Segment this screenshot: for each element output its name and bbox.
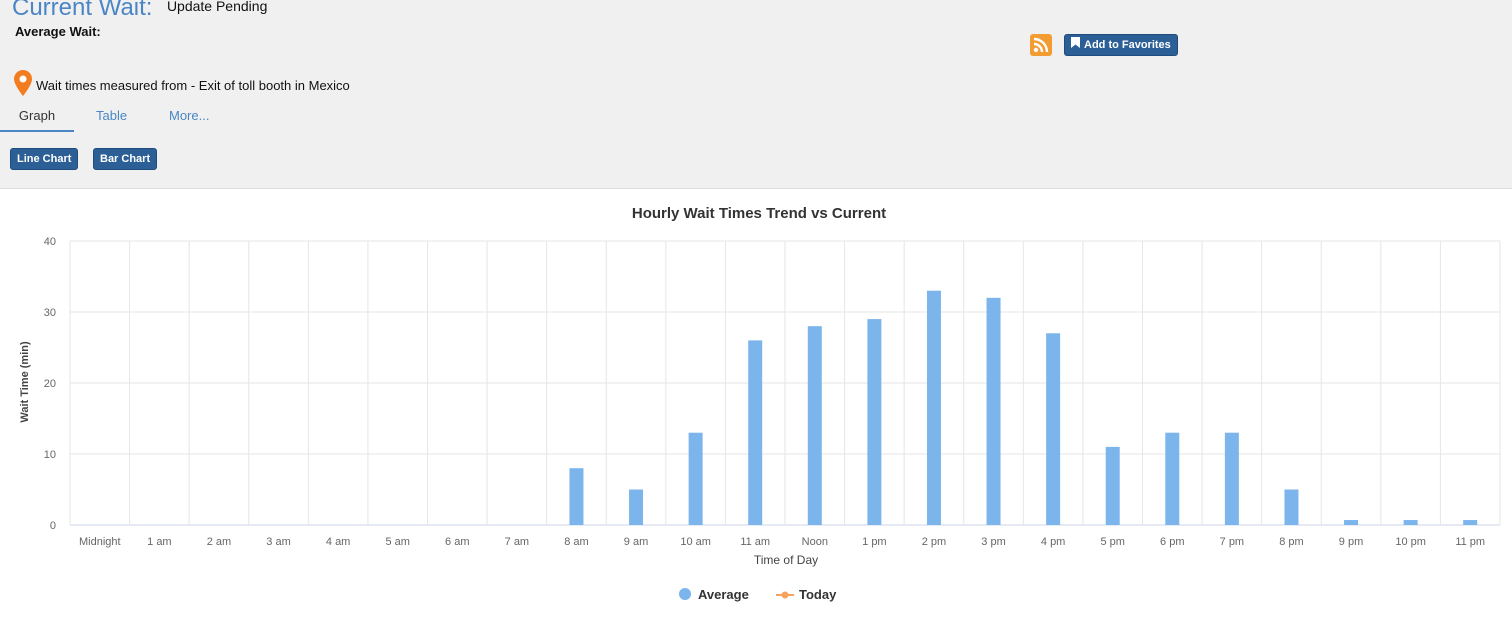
current-wait-label: Current Wait:: [12, 0, 153, 21]
current-wait-row: Current Wait: Update Pending: [12, 0, 267, 22]
bar-average[interactable]: [1105, 446, 1120, 525]
map-pin-icon: [14, 70, 32, 101]
chart-title: Hourly Wait Times Trend vs Current: [632, 205, 886, 222]
bar-average[interactable]: [1165, 432, 1180, 525]
x-tick-label: 6 am: [445, 536, 469, 548]
x-tick-label: 5 pm: [1100, 536, 1124, 548]
y-tick-label: 20: [44, 378, 56, 390]
legend-item-average[interactable]: Average: [679, 587, 749, 602]
bar-average[interactable]: [807, 326, 822, 525]
bar-chart-button[interactable]: Bar Chart: [93, 148, 158, 170]
y-tick-label: 30: [44, 307, 56, 319]
bar-average[interactable]: [1344, 520, 1359, 525]
x-tick-label: 11 am: [740, 536, 770, 548]
x-tick-label: 3 pm: [981, 536, 1005, 548]
bar-average[interactable]: [926, 290, 941, 525]
x-tick-label: 4 pm: [1041, 536, 1065, 548]
bar-average[interactable]: [986, 297, 1001, 525]
legend-marker-today: [781, 591, 789, 599]
bar-average[interactable]: [688, 432, 703, 525]
bar-average[interactable]: [1403, 520, 1418, 525]
x-tick-label: 9 am: [624, 536, 648, 548]
bar-average[interactable]: [629, 489, 644, 526]
current-wait-status: Update Pending: [166, 0, 268, 14]
y-axis-title: Wait Time (min): [19, 341, 31, 423]
x-tick-label: 7 pm: [1220, 536, 1244, 548]
tab-graph[interactable]: Graph: [0, 102, 74, 132]
line-chart-button[interactable]: Line Chart: [10, 148, 79, 170]
x-tick-label: 6 pm: [1160, 536, 1184, 548]
x-tick-label: 9 pm: [1339, 536, 1363, 548]
x-tick-label: 3 am: [266, 536, 290, 548]
legend-label-today: Today: [799, 587, 837, 602]
bar-average[interactable]: [569, 468, 584, 525]
x-tick-label: 4 am: [326, 536, 350, 548]
bookmark-icon: [1071, 35, 1080, 55]
bar-average[interactable]: [1463, 520, 1478, 525]
bar-average[interactable]: [1046, 333, 1061, 525]
x-tick-label: Midnight: [79, 536, 121, 548]
header-panel: Current Wait: Update Pending Average Wai…: [0, 0, 1512, 189]
wait-times-chart: Hourly Wait Times Trend vs Current 0 10 20…: [19, 205, 1501, 602]
x-axis-title: Time of Day: [754, 553, 818, 567]
x-tick-label: 1 pm: [862, 536, 886, 548]
location-text: Wait times measured from - Exit of toll …: [36, 78, 350, 93]
x-tick-label: 5 am: [385, 536, 409, 548]
y-tick-label: 10: [44, 449, 56, 461]
bar-average[interactable]: [867, 319, 882, 525]
bar-average[interactable]: [1284, 489, 1299, 526]
legend-item-today[interactable]: Today: [776, 587, 837, 602]
legend-marker-average: [679, 588, 691, 600]
x-tick-label: 11 pm: [1455, 536, 1485, 548]
add-to-favorites-label: Add to Favorites: [1084, 39, 1171, 51]
legend-label-average: Average: [698, 587, 749, 602]
x-tick-label: 2 pm: [922, 536, 946, 548]
bar-average[interactable]: [1224, 432, 1239, 525]
x-tick-label: 8 pm: [1279, 536, 1303, 548]
add-to-favorites-button[interactable]: Add to Favorites: [1064, 34, 1178, 56]
x-tick-label: 10 pm: [1395, 536, 1426, 548]
tab-table[interactable]: Table: [96, 102, 127, 132]
x-tick-label: 1 am: [147, 536, 171, 548]
y-tick-label: 0: [50, 520, 56, 532]
x-tick-label: Noon: [802, 536, 828, 548]
x-tick-label: 8 am: [564, 536, 588, 548]
y-tick-label: 40: [44, 236, 56, 248]
chart-legend: Average Today: [679, 587, 837, 602]
x-tick-label: 10 am: [680, 536, 711, 548]
location-row: Wait times measured from - Exit of toll …: [14, 70, 350, 101]
bar-average[interactable]: [748, 340, 763, 525]
x-tick-label: 7 am: [505, 536, 529, 548]
x-tick-label: 2 am: [207, 536, 231, 548]
rss-icon[interactable]: [1030, 34, 1052, 56]
chart-container: Hourly Wait Times Trend vs Current 0 10 20…: [0, 189, 1512, 620]
tab-more[interactable]: More...: [169, 102, 209, 132]
average-wait-label: Average Wait:: [15, 24, 101, 39]
